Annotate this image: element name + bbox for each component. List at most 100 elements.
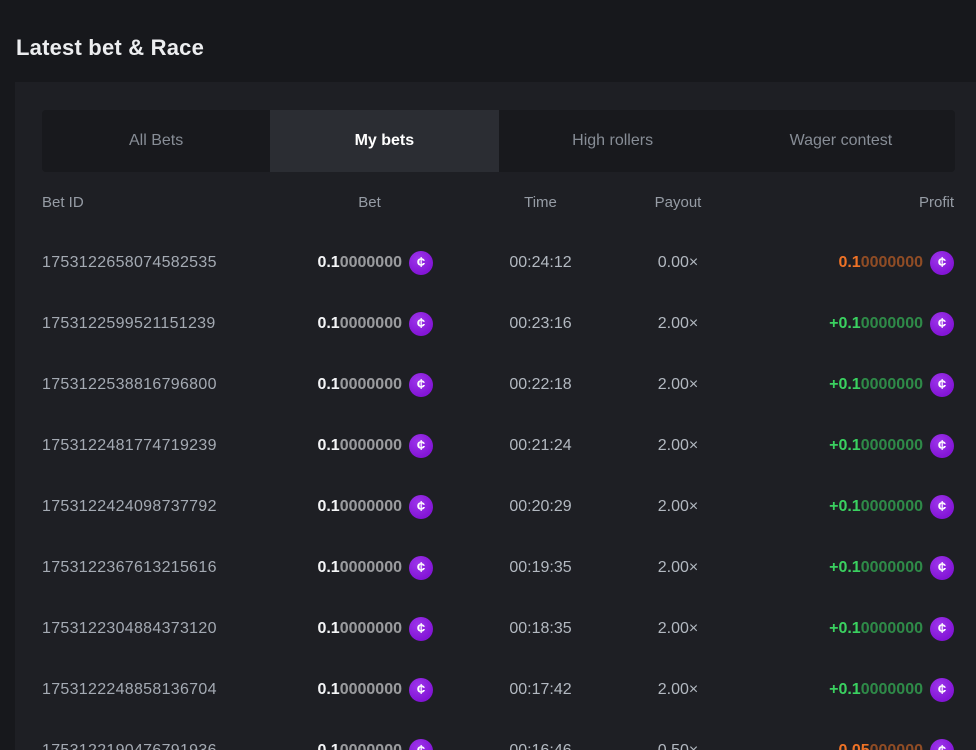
bet-amount-value: 0.10000000: [317, 437, 402, 455]
bet-amount: 0.10000000 ¢: [282, 678, 433, 702]
bet-time: 00:20:29: [433, 498, 648, 516]
bet-amount-value: 0.10000000: [317, 315, 402, 333]
bet-profit: +0.10000000 ¢: [708, 678, 954, 702]
bet-amount: 0.10000000 ¢: [282, 373, 433, 397]
coin-icon: ¢: [409, 556, 433, 580]
latest-bets-panel: All Bets My bets High rollers Wager cont…: [15, 82, 976, 750]
bets-table-header: Bet ID Bet Time Payout Profit: [42, 172, 954, 232]
table-row[interactable]: 1753122367613215616 0.10000000 ¢ 00:19:3…: [42, 537, 954, 598]
coin-icon: ¢: [409, 312, 433, 336]
bet-id: 1753122658074582535: [42, 254, 282, 272]
coin-icon: ¢: [930, 617, 954, 641]
bet-amount: 0.10000000 ¢: [282, 495, 433, 519]
coin-icon: ¢: [930, 373, 954, 397]
bet-profit: +0.10000000 ¢: [708, 556, 954, 580]
bets-table: Bet ID Bet Time Payout Profit 1753122658…: [42, 172, 954, 750]
table-row[interactable]: 1753122658074582535 0.10000000 ¢ 00:24:1…: [42, 232, 954, 293]
bets-tab-bar: All Bets My bets High rollers Wager cont…: [42, 110, 955, 172]
table-body: 1753122658074582535 0.10000000 ¢ 00:24:1…: [42, 232, 954, 750]
bet-time: 00:23:16: [433, 315, 648, 333]
bet-profit-value: +0.10000000: [829, 437, 923, 455]
coin-icon: ¢: [930, 251, 954, 275]
table-row[interactable]: 1753122599521151239 0.10000000 ¢ 00:23:1…: [42, 293, 954, 354]
coin-icon: ¢: [930, 556, 954, 580]
bet-profit-value: +0.10000000: [829, 315, 923, 333]
table-row[interactable]: 1753122190476791936 0.10000000 ¢ 00:16:4…: [42, 720, 954, 750]
bet-time: 00:24:12: [433, 254, 648, 272]
bet-id: 1753122248858136704: [42, 681, 282, 699]
bet-id: 1753122367613215616: [42, 559, 282, 577]
bet-amount-value: 0.10000000: [317, 376, 402, 394]
bet-id: 1753122538816796800: [42, 376, 282, 394]
column-header-bet-id: Bet ID: [42, 194, 282, 211]
bet-amount: 0.10000000 ¢: [282, 434, 433, 458]
bet-time: 00:16:46: [433, 742, 648, 750]
bet-time: 00:22:18: [433, 376, 648, 394]
tab-my-bets[interactable]: My bets: [270, 110, 498, 172]
bet-profit-value: +0.10000000: [829, 559, 923, 577]
bet-profit: +0.10000000 ¢: [708, 312, 954, 336]
column-header-profit: Profit: [708, 194, 954, 211]
bet-payout: 0.50×: [648, 742, 708, 750]
bet-payout: 2.00×: [648, 681, 708, 699]
bet-time: 00:18:35: [433, 620, 648, 638]
bet-profit: +0.10000000 ¢: [708, 617, 954, 641]
table-row[interactable]: 1753122248858136704 0.10000000 ¢ 00:17:4…: [42, 659, 954, 720]
column-header-bet: Bet: [282, 194, 433, 211]
bet-profit-value: +0.10000000: [829, 376, 923, 394]
bet-profit-value: +0.10000000: [829, 681, 923, 699]
table-row[interactable]: 1753122424098737792 0.10000000 ¢ 00:20:2…: [42, 476, 954, 537]
coin-icon: ¢: [930, 678, 954, 702]
bet-profit: +0.10000000 ¢: [708, 373, 954, 397]
bet-amount-value: 0.10000000: [317, 559, 402, 577]
bet-profit-value: 0.05000000: [838, 742, 923, 750]
coin-icon: ¢: [409, 434, 433, 458]
bet-id: 1753122304884373120: [42, 620, 282, 638]
bet-profit: 0.10000000 ¢: [708, 251, 954, 275]
bet-profit: 0.05000000 ¢: [708, 739, 954, 750]
bet-id: 1753122599521151239: [42, 315, 282, 333]
bet-amount-value: 0.10000000: [317, 254, 402, 272]
coin-icon: ¢: [409, 373, 433, 397]
tab-all-bets[interactable]: All Bets: [42, 110, 270, 172]
bet-payout: 2.00×: [648, 315, 708, 333]
bet-amount: 0.10000000 ¢: [282, 312, 433, 336]
table-row[interactable]: 1753122304884373120 0.10000000 ¢ 00:18:3…: [42, 598, 954, 659]
bet-amount: 0.10000000 ¢: [282, 617, 433, 641]
tab-wager-contest[interactable]: Wager contest: [727, 110, 955, 172]
column-header-payout: Payout: [648, 194, 708, 211]
bet-amount: 0.10000000 ¢: [282, 251, 433, 275]
coin-icon: ¢: [409, 495, 433, 519]
bet-time: 00:17:42: [433, 681, 648, 699]
bet-payout: 2.00×: [648, 620, 708, 638]
bet-profit: +0.10000000 ¢: [708, 434, 954, 458]
bet-id: 1753122424098737792: [42, 498, 282, 516]
bet-payout: 2.00×: [648, 437, 708, 455]
coin-icon: ¢: [409, 617, 433, 641]
coin-icon: ¢: [409, 251, 433, 275]
bet-id: 1753122190476791936: [42, 742, 282, 750]
coin-icon: ¢: [930, 495, 954, 519]
bet-amount-value: 0.10000000: [317, 498, 402, 516]
bet-amount: 0.10000000 ¢: [282, 739, 433, 750]
bet-id: 1753122481774719239: [42, 437, 282, 455]
coin-icon: ¢: [409, 739, 433, 750]
table-row[interactable]: 1753122481774719239 0.10000000 ¢ 00:21:2…: [42, 415, 954, 476]
bet-payout: 2.00×: [648, 559, 708, 577]
bet-time: 00:19:35: [433, 559, 648, 577]
coin-icon: ¢: [930, 739, 954, 750]
bet-profit-value: 0.10000000: [838, 254, 923, 272]
page-title: Latest bet & Race: [16, 35, 204, 61]
coin-icon: ¢: [930, 434, 954, 458]
table-row[interactable]: 1753122538816796800 0.10000000 ¢ 00:22:1…: [42, 354, 954, 415]
coin-icon: ¢: [930, 312, 954, 336]
bet-profit-value: +0.10000000: [829, 620, 923, 638]
bet-amount: 0.10000000 ¢: [282, 556, 433, 580]
bet-profit: +0.10000000 ¢: [708, 495, 954, 519]
bet-amount-value: 0.10000000: [317, 681, 402, 699]
bet-payout: 0.00×: [648, 254, 708, 272]
bet-amount-value: 0.10000000: [317, 620, 402, 638]
bet-profit-value: +0.10000000: [829, 498, 923, 516]
bet-time: 00:21:24: [433, 437, 648, 455]
tab-high-rollers[interactable]: High rollers: [499, 110, 727, 172]
